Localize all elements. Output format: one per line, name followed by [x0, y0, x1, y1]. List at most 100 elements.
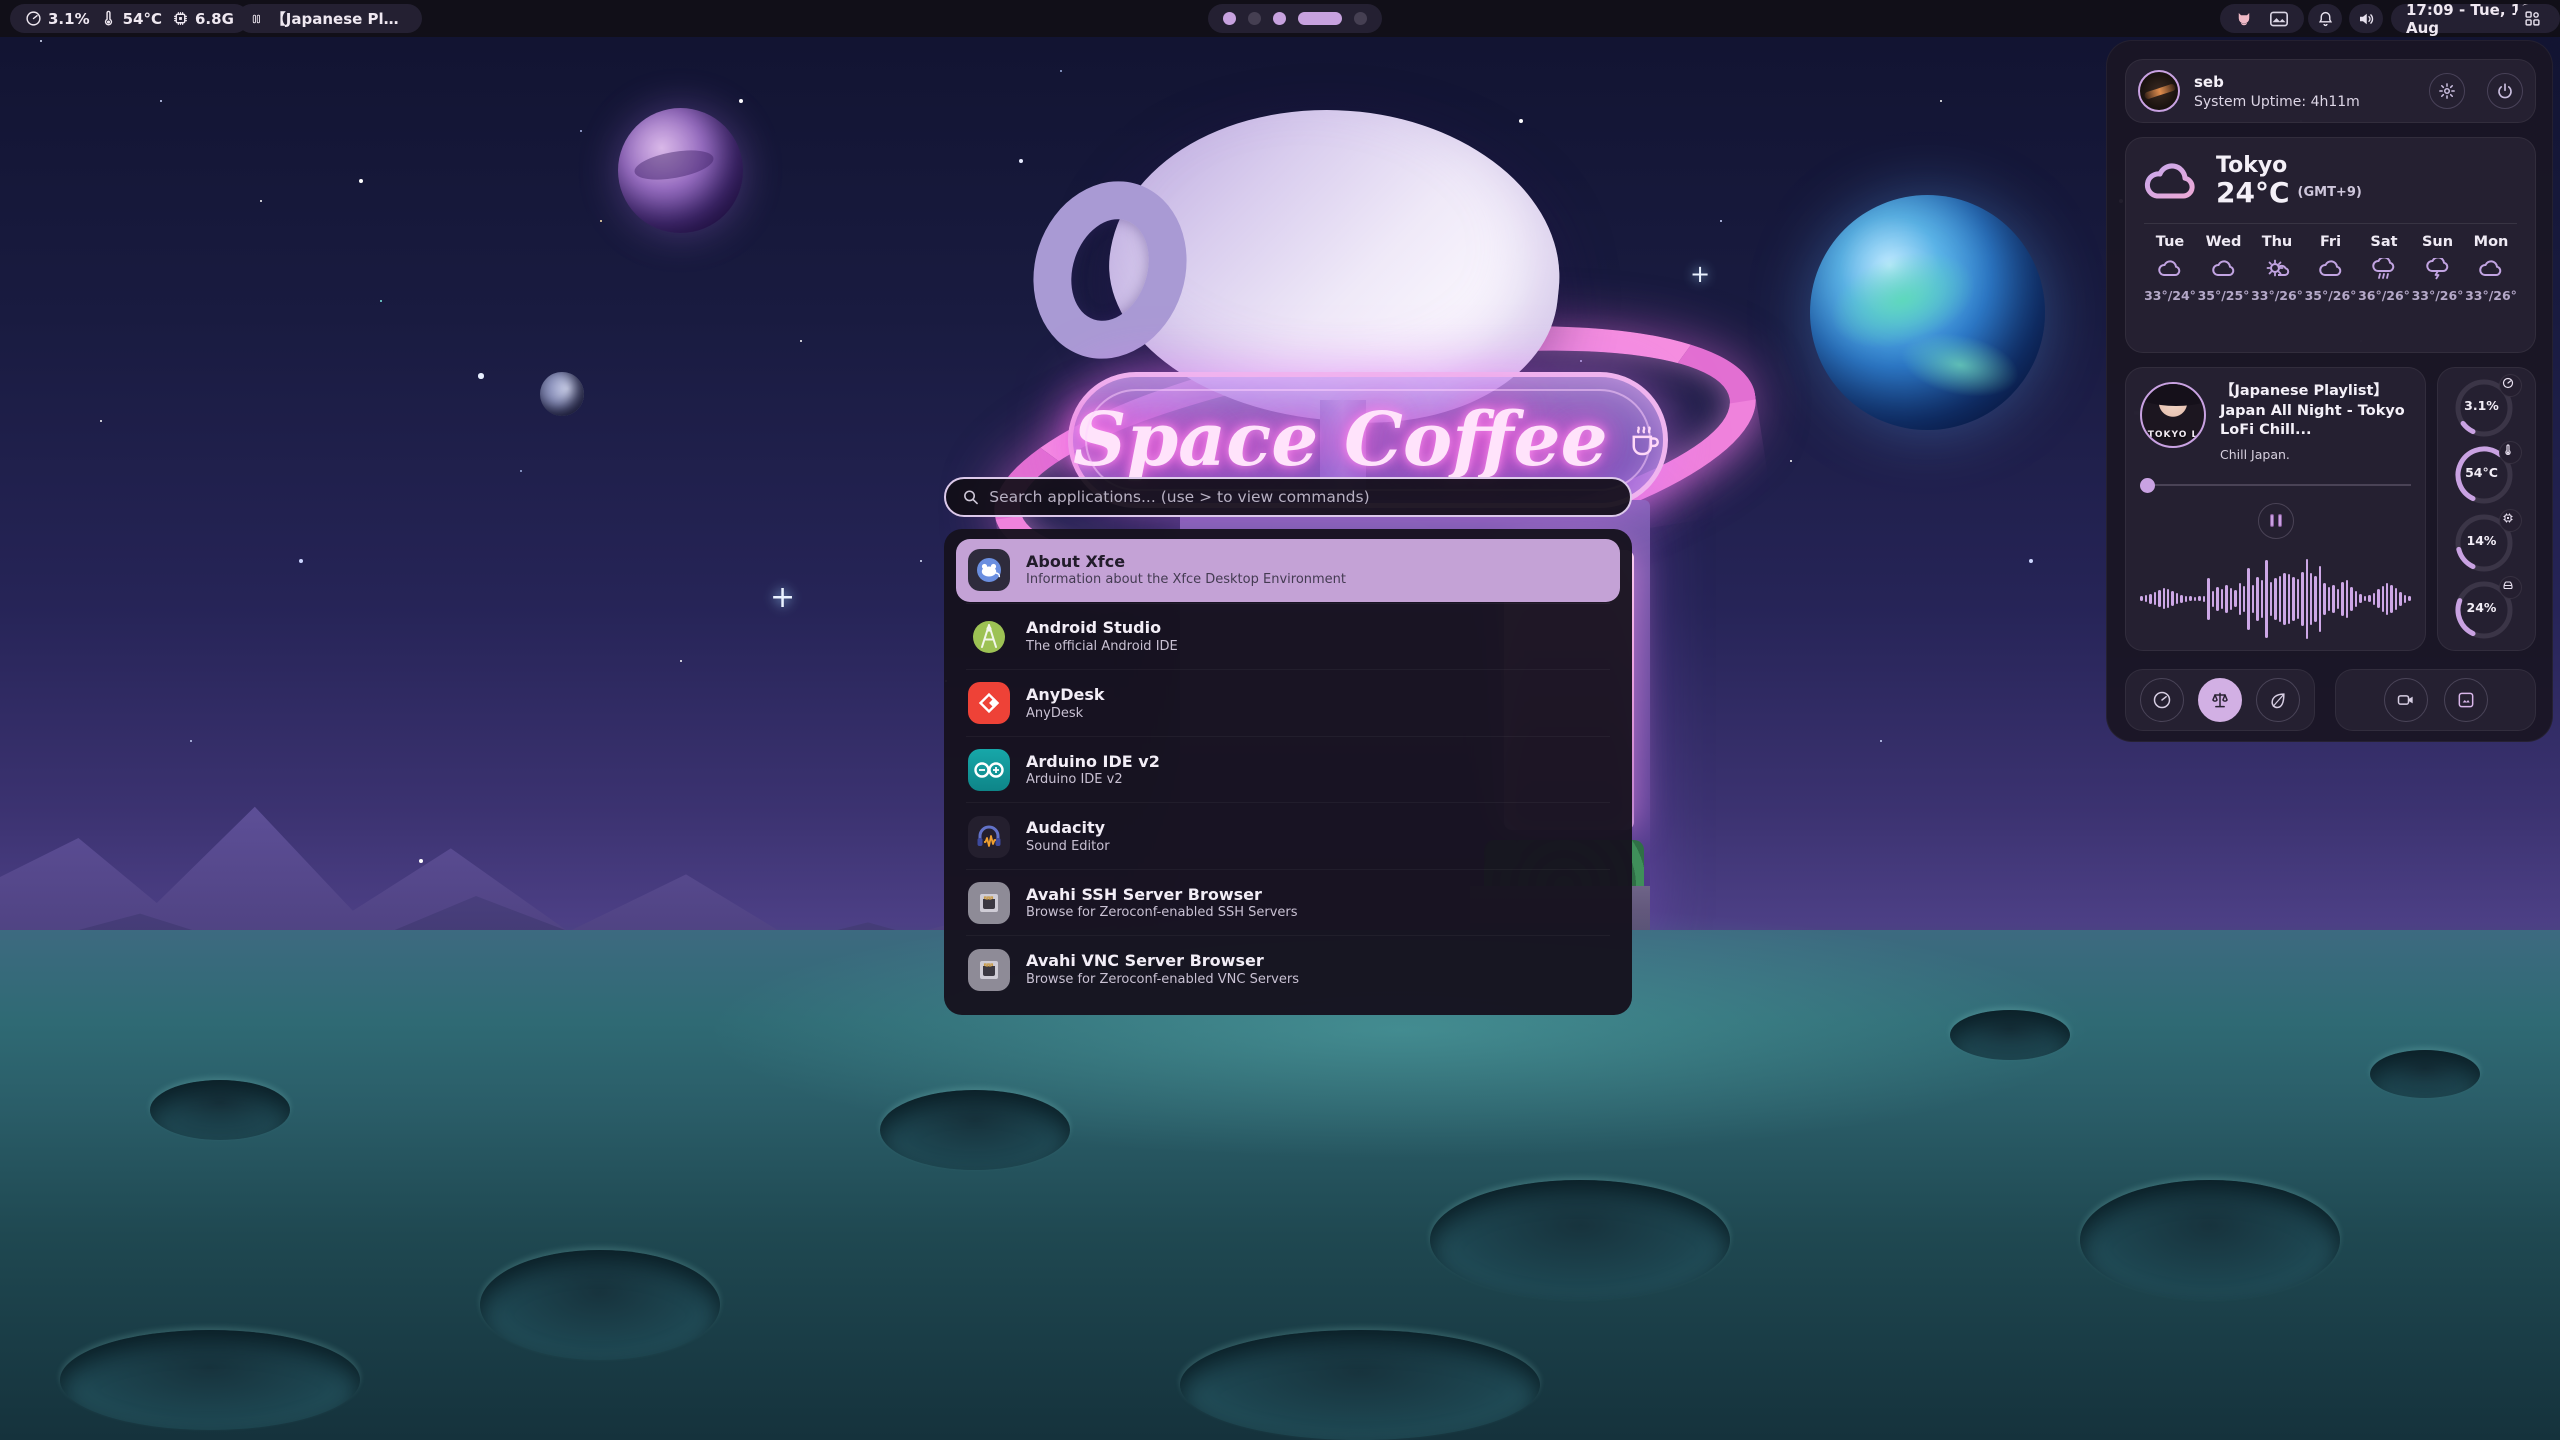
app-row-avahi-vnc[interactable]: Avahi VNC Server Browser Browse for Zero… — [956, 938, 1620, 1001]
app-row-anydesk[interactable]: AnyDesk AnyDesk — [956, 672, 1620, 735]
temp-value: 54°C — [123, 10, 162, 28]
app-title: Arduino IDE v2 — [1026, 753, 1160, 771]
app-row-arduino[interactable]: Arduino IDE v2 Arduino IDE v2 — [956, 739, 1620, 802]
media-player-card: 【Japanese Playlist】 Japan All Night - To… — [2125, 367, 2426, 651]
workspace-dot-3[interactable] — [1273, 12, 1286, 25]
user-name: seb — [2194, 73, 2407, 91]
app-row-audacity[interactable]: Audacity Sound Editor — [956, 805, 1620, 868]
cpu-value: 3.1% — [48, 10, 90, 28]
system-stats-pill[interactable]: 3.1% 54°C 6.8G — [10, 4, 249, 33]
app-title: About Xfce — [1026, 553, 1346, 571]
app-desc: Arduino IDE v2 — [1026, 773, 1160, 787]
launcher-search[interactable] — [944, 477, 1632, 517]
divider — [2144, 223, 2517, 224]
speaker-icon — [2357, 10, 2375, 28]
search-input[interactable] — [989, 488, 1614, 506]
workspace-dot-4-active[interactable] — [1298, 12, 1342, 25]
partly-sunny-icon — [2264, 258, 2290, 280]
system-tray-pill[interactable] — [2220, 4, 2304, 33]
app-desc: AnyDesk — [1026, 707, 1105, 721]
workspace-dot-5[interactable] — [1354, 12, 1367, 25]
forecast-day: Fri 35°/26° — [2305, 234, 2357, 303]
media-status-pill[interactable]: 【Japanese Playlist】 J... — [237, 4, 422, 33]
power-saver-mode-button[interactable] — [2256, 678, 2300, 722]
crater — [880, 1090, 1070, 1170]
pause-button[interactable] — [2258, 503, 2294, 539]
crater — [1950, 1010, 2070, 1060]
neon-sign-text: Space Coffee — [1073, 397, 1608, 483]
network-port-icon — [968, 882, 1010, 924]
workspace-dot-1[interactable] — [1223, 12, 1236, 25]
app-grid-button[interactable] — [2515, 4, 2549, 33]
quick-settings-card — [2125, 669, 2315, 731]
image-tray-icon[interactable] — [2269, 10, 2289, 28]
power-button[interactable] — [2487, 73, 2523, 109]
capture-card — [2335, 669, 2536, 731]
gauge-icon — [2499, 374, 2522, 397]
volume-button[interactable] — [2349, 4, 2383, 33]
rain-icon — [2371, 258, 2397, 280]
album-art[interactable] — [2140, 382, 2206, 448]
progress-thumb[interactable] — [2140, 478, 2155, 493]
temperature-gauge: 54°C — [2452, 443, 2522, 507]
screen-record-button[interactable] — [2384, 678, 2428, 722]
chip-icon — [172, 10, 189, 27]
top-panel: 3.1% 54°C 6.8G 【Japanese Playlist】 J... — [0, 0, 2560, 37]
arduino-icon — [968, 749, 1010, 791]
weather-city: Tokyo — [2216, 154, 2362, 178]
crater — [150, 1080, 290, 1140]
gauge-icon — [2152, 690, 2172, 710]
app-title: Avahi VNC Server Browser — [1026, 952, 1299, 970]
user-avatar[interactable] — [2138, 70, 2180, 112]
weather-forecast: Tue 33°/24° Wed 35°/25° Thu — [2142, 234, 2519, 303]
app-row-android-studio[interactable]: Android Studio The official Android IDE — [956, 606, 1620, 669]
app-title: AnyDesk — [1026, 686, 1105, 704]
video-camera-icon — [2396, 690, 2416, 710]
forecast-day: Sun 33°/26° — [2412, 234, 2464, 303]
cloud-icon — [2142, 158, 2200, 204]
thermometer-icon — [2499, 441, 2522, 464]
cloud-icon — [2157, 258, 2183, 280]
disk-icon — [2499, 576, 2522, 599]
cpu-stat: 3.1% — [25, 10, 90, 28]
weather-card: Tokyo 24°C (GMT+9) Tue 33°/24° Wed — [2125, 137, 2536, 353]
bell-icon — [2317, 10, 2334, 28]
app-row-about-xfce[interactable]: About Xfce Information about the Xfce De… — [956, 539, 1620, 602]
workspace-indicator[interactable] — [1208, 4, 1382, 33]
earth-planet — [1810, 195, 2045, 430]
app-row-avahi-ssh[interactable]: Avahi SSH Server Browser Browse for Zero… — [956, 872, 1620, 935]
cloud-icon — [2211, 258, 2237, 280]
screenshot-button[interactable] — [2444, 678, 2488, 722]
notifications-button[interactable] — [2308, 4, 2342, 33]
weather-temp: 24°C — [2216, 178, 2290, 209]
anydesk-icon — [968, 682, 1010, 724]
performance-mode-button[interactable] — [2140, 678, 2184, 722]
progress-track[interactable] — [2155, 484, 2411, 486]
settings-button[interactable] — [2429, 73, 2465, 109]
balanced-mode-button[interactable] — [2198, 678, 2242, 722]
audacity-icon — [968, 816, 1010, 858]
cloud-icon — [2318, 258, 2344, 280]
cat-tray-icon[interactable] — [2235, 10, 2253, 28]
forecast-day: Thu 33°/26° — [2251, 234, 2303, 303]
gear-icon — [2438, 82, 2456, 100]
track-subtitle: Chill Japan. — [2220, 447, 2411, 462]
thermometer-icon — [100, 10, 117, 27]
workspace-dot-2[interactable] — [1248, 12, 1261, 25]
crater — [2080, 1180, 2340, 1300]
crater — [1430, 1180, 1730, 1300]
crater — [2370, 1050, 2480, 1098]
chip-icon — [2499, 509, 2522, 532]
sparkle-star-icon: + — [1690, 260, 1710, 288]
app-title: Android Studio — [1026, 619, 1178, 637]
search-icon — [962, 488, 979, 506]
app-desc: Sound Editor — [1026, 840, 1110, 854]
storm-icon — [2425, 258, 2451, 280]
forecast-day: Wed 35°/25° — [2198, 234, 2250, 303]
media-title: 【Japanese Playlist】 J... — [271, 8, 407, 29]
audio-visualizer — [2140, 551, 2411, 647]
progress-bar[interactable] — [2140, 478, 2411, 493]
crater — [480, 1250, 720, 1360]
crater — [1180, 1330, 1540, 1440]
app-desc: Browse for Zeroconf-enabled VNC Servers — [1026, 973, 1299, 987]
